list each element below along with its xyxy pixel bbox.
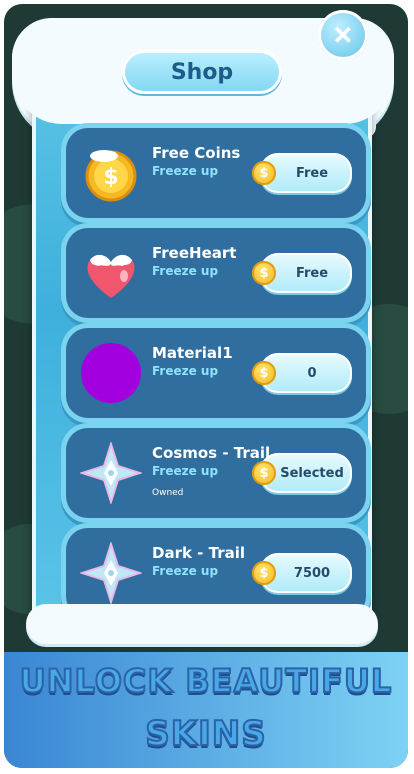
item-subtitle: Freeze up <box>152 164 219 178</box>
selected-button[interactable]: $ Selected <box>252 453 352 493</box>
item-subtitle: Freeze up <box>152 264 219 278</box>
crystal-star-icon <box>80 442 142 504</box>
purple-circle-icon <box>80 342 142 404</box>
price-label: 0 <box>307 365 317 381</box>
price-button[interactable]: $ 0 <box>252 353 352 393</box>
close-button[interactable]: + <box>318 10 368 60</box>
item-subtitle: Freeze up <box>152 464 219 478</box>
price-button[interactable]: $ 7500 <box>252 553 352 593</box>
shop-item-material1[interactable]: Material1 Freeze up $ 0 <box>66 328 366 418</box>
shop-item-cosmos-trail[interactable]: Cosmos - Trail Freeze up Owned $ Selecte… <box>66 428 366 518</box>
price-label: Free <box>295 165 329 181</box>
app-frame: Shop + $ Free Coins Freeze up $ Free Fre… <box>4 4 408 768</box>
promo-line-1: UNLOCK BEAUTIFUL <box>19 661 393 701</box>
close-icon: + <box>322 13 365 56</box>
shop-title: Shop <box>170 59 234 85</box>
price-label: Free <box>295 265 329 281</box>
item-title: FreeHeart <box>152 244 237 262</box>
item-title: Dark - Trail <box>152 544 246 562</box>
promo-banner: UNLOCK BEAUTIFUL SKINS <box>4 652 408 768</box>
snow-cap-bottom <box>26 604 378 644</box>
shop-item-free-heart[interactable]: FreeHeart Freeze up $ Free <box>66 228 366 318</box>
heart-icon <box>80 242 142 304</box>
price-button[interactable]: $ Free <box>252 153 352 193</box>
item-subtitle: Freeze up <box>152 564 219 578</box>
shop-title-banner: Shop <box>122 50 282 94</box>
item-title: Free Coins <box>152 144 241 162</box>
svg-text:$: $ <box>103 165 118 190</box>
shop-item-free-coins[interactable]: $ Free Coins Freeze up $ Free <box>66 128 366 218</box>
owned-label: Owned <box>152 488 184 498</box>
item-subtitle: Freeze up <box>152 364 219 378</box>
promo-line-2: SKINS <box>144 713 267 755</box>
crystal-star-icon <box>80 542 142 604</box>
item-title: Cosmos - Trail <box>152 444 271 462</box>
coins-icon: $ <box>80 142 142 204</box>
price-button[interactable]: $ Free <box>252 253 352 293</box>
price-label: 7500 <box>293 565 331 581</box>
price-label: Selected <box>280 465 344 481</box>
item-title: Material1 <box>152 344 233 362</box>
